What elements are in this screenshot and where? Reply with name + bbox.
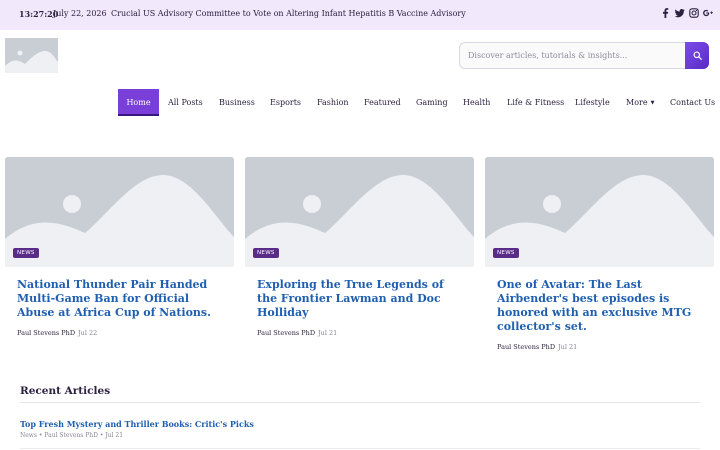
nav-item-life-fitness[interactable]: Life & Fitness — [507, 89, 564, 116]
site-logo[interactable] — [5, 38, 58, 73]
section-divider — [20, 402, 700, 403]
current-date: July 22, 2026 — [53, 9, 107, 18]
nav-item-esports[interactable]: Esports — [270, 89, 301, 116]
recent-article-meta: News • Paul Stevens PhD • Jul 21 — [20, 432, 124, 439]
category-badge[interactable]: NEWS — [13, 248, 39, 258]
google-plus-icon[interactable] — [703, 8, 713, 20]
nav-item-health[interactable]: Health — [463, 89, 490, 116]
breaking-news-ticker[interactable]: Crucial US Advisory Committee to Vote on… — [111, 9, 466, 18]
card-author[interactable]: Paul Stevens PhD — [257, 329, 315, 337]
recent-articles-heading: Recent Articles — [20, 385, 111, 397]
facebook-icon[interactable] — [661, 8, 671, 20]
chevron-down-icon: ▼ — [650, 99, 655, 106]
nav-item-more-label: More — [626, 98, 648, 107]
card-title[interactable]: National Thunder Pair Handed Multi-Game … — [17, 278, 222, 320]
card-image-placeholder[interactable]: NEWS — [5, 157, 234, 267]
featured-card[interactable]: NEWS Exploring the True Legends of the F… — [245, 157, 474, 337]
instagram-icon[interactable] — [689, 8, 699, 20]
main-navigation: Home All Posts Business Esports Fashion … — [0, 89, 720, 116]
nav-item-fashion[interactable]: Fashion — [317, 89, 349, 116]
nav-item-lifestyle[interactable]: Lifestyle — [575, 89, 610, 116]
category-badge[interactable]: NEWS — [253, 248, 279, 258]
search-button[interactable] — [685, 42, 709, 69]
featured-card[interactable]: NEWS National Thunder Pair Handed Multi-… — [5, 157, 234, 337]
nav-item-all-posts[interactable]: All Posts — [168, 89, 203, 116]
nav-item-home[interactable]: Home — [118, 89, 159, 116]
search-input[interactable] — [468, 43, 678, 68]
card-date: Jul 21 — [318, 329, 338, 337]
top-bar: 13:27:20 July 22, 2026 Crucial US Adviso… — [0, 0, 720, 30]
card-meta: Paul Stevens PhD Jul 21 — [497, 343, 702, 351]
search-icon — [692, 51, 702, 60]
search-box — [459, 42, 709, 69]
card-author[interactable]: Paul Stevens PhD — [17, 329, 75, 337]
recent-article-title[interactable]: Top Fresh Mystery and Thriller Books: Cr… — [20, 419, 254, 429]
nav-item-business[interactable]: Business — [219, 89, 255, 116]
nav-item-gaming[interactable]: Gaming — [416, 89, 448, 116]
card-author[interactable]: Paul Stevens PhD — [497, 343, 555, 351]
card-title[interactable]: Exploring the True Legends of the Fronti… — [257, 278, 462, 320]
category-badge[interactable]: NEWS — [493, 248, 519, 258]
card-date: Jul 22 — [78, 329, 98, 337]
card-image-placeholder[interactable]: NEWS — [485, 157, 714, 267]
card-meta: Paul Stevens PhD Jul 21 — [257, 329, 462, 337]
nav-item-featured[interactable]: Featured — [364, 89, 401, 116]
twitter-icon[interactable] — [675, 8, 685, 20]
card-date: Jul 21 — [558, 343, 578, 351]
section-divider — [20, 448, 700, 449]
card-meta: Paul Stevens PhD Jul 22 — [17, 329, 222, 337]
card-image-placeholder[interactable]: NEWS — [245, 157, 474, 267]
card-title[interactable]: One of Avatar: The Last Airbender's best… — [497, 278, 702, 334]
featured-card[interactable]: NEWS One of Avatar: The Last Airbender's… — [485, 157, 714, 351]
nav-item-contact-us[interactable]: Contact Us — [670, 89, 715, 116]
nav-item-more[interactable]: More ▼ — [626, 89, 654, 116]
